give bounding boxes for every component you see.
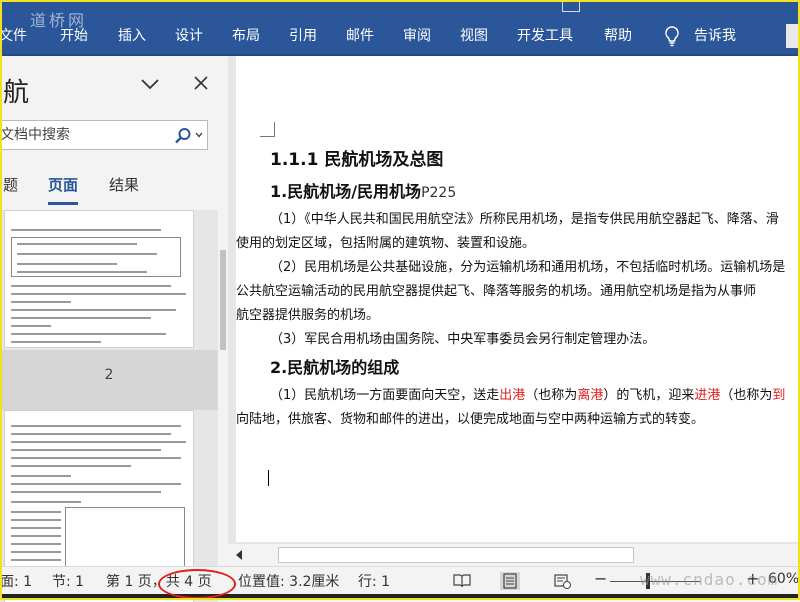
heading-1-1-1: 1.1.1 民航机场及总图 [270,150,444,170]
document-search-box[interactable] [0,120,208,150]
nav-tab-results[interactable]: 结果 [109,174,139,196]
tab-file[interactable]: 文件 [0,24,27,48]
paragraph-1-line-2: 使用的划定区域，包括附属的建筑物、装置和设施。 [236,236,536,251]
tab-home[interactable]: 开始 [60,24,88,48]
margin-corner-mark [260,122,275,137]
paragraph-4-line-1: （1）民航机场一方面要面向天空，送走出港（也称为离港）的飞机，迎来进港（也称为到 [270,384,800,408]
status-section[interactable]: 节: 1 [52,571,84,591]
paragraph-2-line-3: 航空器提供服务的机场。 [236,308,380,323]
text-cursor [268,470,269,486]
window-restore-icon[interactable] [562,0,580,12]
search-icon[interactable] [174,127,192,145]
tab-layout[interactable]: 布局 [232,24,260,48]
p4-highlight-arrival: 进港 [694,388,721,403]
p4-text-b: （也称为 [525,388,578,403]
tab-references[interactable]: 引用 [289,24,317,48]
ribbon-scroll-edge [786,24,800,48]
navigation-pane-title: 导航 [0,78,31,108]
document-body[interactable]: 1.1.1 民航机场及总图 1.民航机场/民用机场P225 （1）《中华人民共和… [236,148,800,432]
search-options-chevron-icon[interactable] [195,132,203,138]
heading-civil-airport-text: 1.民航机场/民用机场 [270,182,422,201]
close-icon[interactable] [192,74,210,92]
lightbulb-icon[interactable] [662,24,682,48]
paragraph-2-line-2: 公共航空运输活动的民用航空器提供起飞、降落等服务的机场。通用航空机场是指为从事师 [236,284,757,299]
zoom-out-button[interactable]: − [594,569,607,588]
tab-help[interactable]: 帮助 [604,24,632,48]
taskbar-edge [0,594,800,600]
tab-review[interactable]: 审阅 [403,24,431,48]
page-thumbnail-1[interactable] [4,210,194,348]
site-url-watermark: www.cndao.com [640,570,779,589]
tab-design[interactable]: 设计 [175,24,203,48]
status-page[interactable]: 页面: 1 [0,571,32,591]
search-input[interactable] [0,121,160,149]
web-layout-icon[interactable] [552,572,572,590]
chevron-down-icon[interactable] [139,76,161,92]
horizontal-scrollbar-thumb[interactable] [278,547,634,563]
status-vertical-position[interactable]: 位置值: 3.2厘米 [238,571,339,591]
paragraph-2-line-1: （2）民用机场是公共基础设施，分为运输机场和通用机场，不包括临时机场。运输机场是 [270,260,786,275]
read-mode-icon[interactable] [452,572,472,590]
thumbnail-scrollbar[interactable] [218,210,228,602]
heading-page-ref: P225 [421,185,457,201]
tab-insert[interactable]: 插入 [118,24,146,48]
p4-highlight-departure: 出港 [499,388,526,403]
page-thumbnails[interactable]: 2 [0,210,218,602]
horizontal-scrollbar[interactable] [228,544,800,566]
tab-developer[interactable]: 开发工具 [517,24,573,48]
tab-view[interactable]: 视图 [460,24,488,48]
nav-tab-pages[interactable]: 页面 [48,174,79,205]
p4-highlight-arrive: 到 [772,388,786,403]
p4-text-a: （1）民航机场一方面要面向天空，送走 [270,388,500,403]
status-line[interactable]: 行: 1 [358,571,390,591]
paragraph-4-line-2: 向陆地，供旅客、货物和邮件的进出，以便完成地面与空中两种运输方式的转变。 [236,412,705,427]
tab-mailings[interactable]: 邮件 [346,24,374,48]
ribbon-tab-bar: 道桥网 文件 开始 插入 设计 布局 引用 邮件 审阅 视图 开发工具 帮助 告… [0,0,800,56]
paragraph-3-line-1: （3）军民合用机场由国务院、中央军事委员会另行制定管理办法。 [270,332,656,347]
nav-tab-headings[interactable]: 标题 [0,174,18,196]
navigation-pane: 导航 标题 页面 结果 [0,56,228,602]
thumbnail-scrollbar-thumb[interactable] [220,250,226,350]
p4-text-d: （也称为 [720,388,773,403]
p4-highlight-leave: 离港 [577,388,604,403]
paragraph-1-line-1: （1）《中华人民共和国民用航空法》所称民用机场，是指专供民用航空器起飞、降落、滑 [270,212,779,227]
status-page-current: 第 1 页， [106,574,166,590]
scroll-left-icon[interactable] [232,548,246,562]
print-layout-icon[interactable] [500,572,520,590]
document-area: 1.1.1 民航机场及总图 1.民航机场/民用机场P225 （1）《中华人民共和… [228,56,800,566]
page-thumbnail-number: 2 [0,350,218,410]
p4-text-c: ）的飞机，迎来 [603,388,695,403]
heading-civil-airport: 1.民航机场/民用机场P225 [270,180,800,204]
red-annotation-circle [158,569,236,599]
tell-me-search[interactable]: 告诉我 [694,24,736,48]
document-page[interactable]: 1.1.1 民航机场及总图 1.民航机场/民用机场P225 （1）《中华人民共和… [236,56,800,542]
heading-airport-composition: 2.民航机场的组成 [270,358,400,377]
navigation-tabs: 标题 页面 结果 [0,174,228,206]
